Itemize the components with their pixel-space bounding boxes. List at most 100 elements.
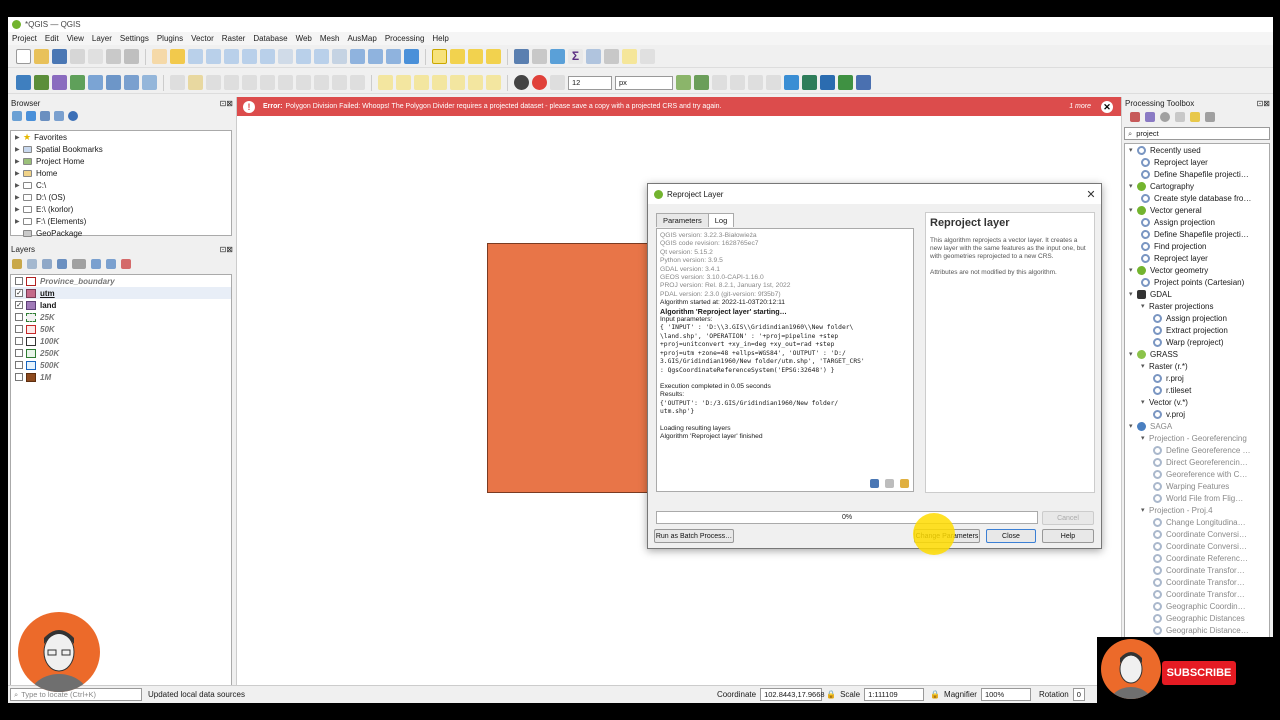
toolbox-item[interactable]: Find projection (1125, 240, 1269, 252)
menu-web[interactable]: Web (296, 34, 312, 43)
edit-in-place-icon[interactable] (1190, 112, 1200, 122)
layer-checkbox[interactable] (15, 349, 23, 357)
add-delimited-icon[interactable] (88, 75, 103, 90)
toolbox-item[interactable]: World File from Flig… (1125, 492, 1269, 504)
toolbox-item[interactable]: Define Georeference … (1125, 444, 1269, 456)
menu-project[interactable]: Project (12, 34, 37, 43)
toolbox-search-input[interactable]: ⌕ project (1124, 127, 1270, 140)
select-location-icon[interactable] (486, 49, 501, 64)
browser-item-d-drive[interactable]: ▶ D:\ (OS) (11, 191, 231, 203)
pan-to-selection-icon[interactable] (170, 49, 185, 64)
cut-icon[interactable] (278, 75, 293, 90)
toolbox-item[interactable]: Assign projection (1125, 216, 1269, 228)
open-table-icon[interactable] (586, 49, 601, 64)
collapse-all-icon[interactable] (106, 259, 116, 269)
toolbox-item[interactable]: ▾ Vector (v.*) (1125, 396, 1269, 408)
toolbox-item[interactable]: Coordinate Transfor… (1125, 564, 1269, 576)
browser-item-geopackage[interactable]: GeoPackage (11, 227, 231, 239)
run-batch-button[interactable]: Run as Batch Process… (654, 529, 734, 543)
toolbox-item[interactable]: ▾ Projection - Georeferencing (1125, 432, 1269, 444)
vertex-tool-icon[interactable] (242, 75, 257, 90)
filter-icon[interactable] (40, 111, 50, 121)
layer-utm[interactable]: ✓ utm (11, 287, 231, 299)
panel-close-icon[interactable]: ⊡⊠ (220, 245, 233, 254)
close-button[interactable]: Close (986, 529, 1036, 543)
layer-50k[interactable]: 50K (11, 323, 231, 335)
menu-plugins[interactable]: Plugins (157, 34, 183, 43)
zoom-full-icon[interactable] (224, 49, 239, 64)
chevron-down-icon[interactable]: ▾ (1141, 362, 1149, 370)
tab-parameters[interactable]: Parameters (656, 213, 709, 227)
font-style-icon[interactable] (550, 75, 565, 90)
menu-settings[interactable]: Settings (120, 34, 149, 43)
add-wfs-icon[interactable] (142, 75, 157, 90)
menu-ausmap[interactable]: AusMap (347, 34, 376, 43)
lock-icon[interactable]: 🔒 (826, 690, 836, 699)
filter-legend-icon[interactable] (57, 259, 67, 269)
delete-selected-icon[interactable] (260, 75, 275, 90)
toolbox-item[interactable]: Geographic Distances (1125, 612, 1269, 624)
refresh-icon[interactable] (404, 49, 419, 64)
chevron-down-icon[interactable]: ▾ (1129, 422, 1137, 430)
label-change-icon[interactable] (468, 75, 483, 90)
font-unit-select[interactable]: px (615, 75, 673, 90)
toolbox-item[interactable]: ▾ SAGA (1125, 420, 1269, 432)
scripts-icon[interactable] (1145, 112, 1155, 122)
filter-expression-icon[interactable] (72, 259, 86, 269)
new-map-view-icon[interactable] (332, 49, 347, 64)
clear-log-icon[interactable] (900, 479, 909, 488)
toolbox-item[interactable]: Warp (reproject) (1125, 336, 1269, 348)
locator-search-input[interactable]: ⌕ Type to locate (Ctrl+K) (10, 688, 142, 701)
toolbox-item[interactable]: Geographic Coordin… (1125, 600, 1269, 612)
layout-manager-icon[interactable] (106, 49, 121, 64)
chevron-down-icon[interactable]: ▾ (1129, 350, 1137, 358)
statistics-sigma-icon[interactable]: Σ (568, 49, 583, 64)
add-feature-icon[interactable] (224, 75, 239, 90)
layer-checkbox[interactable] (15, 361, 23, 369)
scale-field[interactable]: 1:111109 (864, 688, 925, 701)
deselect-icon[interactable] (468, 49, 483, 64)
toolbox-gear-icon[interactable] (550, 49, 565, 64)
toolbox-item[interactable]: Change Longitudina… (1125, 516, 1269, 528)
style-manager-icon[interactable] (124, 49, 139, 64)
coordinate-field[interactable]: 102.8443,17.9668 (760, 688, 825, 701)
subscribe-button[interactable]: SUBSCRIBE (1162, 661, 1236, 685)
manage-visibility-icon[interactable] (42, 259, 52, 269)
models-icon[interactable] (1130, 112, 1140, 122)
zoom-native-icon[interactable] (278, 49, 293, 64)
zoom-last-icon[interactable] (296, 49, 311, 64)
toolbox-item[interactable]: Reproject layer (1125, 252, 1269, 264)
toolbox-item[interactable]: Extract projection (1125, 324, 1269, 336)
label-abc-icon[interactable] (378, 75, 393, 90)
add-vector-icon[interactable] (52, 75, 67, 90)
plugin-tool-icon[interactable] (748, 75, 763, 90)
history-icon[interactable] (1160, 112, 1170, 122)
toolbox-item[interactable]: Coordinate Conversi… (1125, 540, 1269, 552)
layer-checkbox[interactable]: ✓ (15, 289, 23, 297)
toolbox-item[interactable]: ▾ Recently used (1125, 144, 1269, 156)
browser-item-project-home[interactable]: ▶ Project Home (11, 155, 231, 167)
toolbox-item[interactable]: Define Shapefile projecti… (1125, 168, 1269, 180)
zoom-next-icon[interactable] (314, 49, 329, 64)
select-by-value-icon[interactable] (450, 49, 465, 64)
show-bookmarks-icon[interactable] (368, 49, 383, 64)
add-wms-icon[interactable] (124, 75, 139, 90)
plugin-green-icon[interactable] (802, 75, 817, 90)
refresh-icon[interactable] (26, 111, 36, 121)
results-icon[interactable] (1175, 112, 1185, 122)
attribute-table-icon[interactable] (532, 49, 547, 64)
layer-checkbox[interactable] (15, 373, 23, 381)
menu-raster[interactable]: Raster (222, 34, 246, 43)
menu-edit[interactable]: Edit (45, 34, 59, 43)
toolbox-item[interactable]: Geographic Distance… (1125, 624, 1269, 636)
plugin-link-icon[interactable] (820, 75, 835, 90)
plugin-tool2-icon[interactable] (766, 75, 781, 90)
chevron-down-icon[interactable]: ▾ (1141, 506, 1149, 514)
plugin-tree-icon[interactable] (676, 75, 691, 90)
toolbox-item[interactable]: ▾ GRASS (1125, 348, 1269, 360)
menu-help[interactable]: Help (432, 34, 448, 43)
layer-500k[interactable]: 500K (11, 359, 231, 371)
zoom-in-icon[interactable] (188, 49, 203, 64)
chevron-down-icon[interactable]: ▾ (1141, 398, 1149, 406)
toolbox-item[interactable]: ▾ GDAL (1125, 288, 1269, 300)
